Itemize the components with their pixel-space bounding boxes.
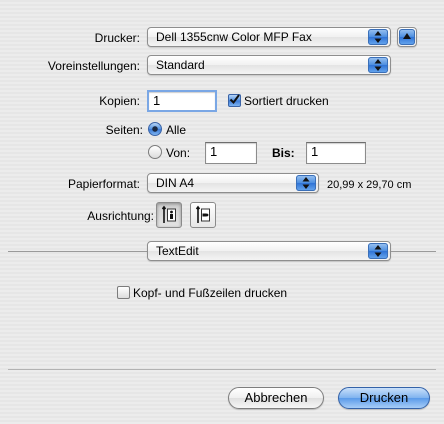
presets-value: Standard: [156, 58, 205, 72]
paper-size-value: DIN A4: [156, 176, 195, 190]
disclosure-triangle-icon: [399, 29, 415, 45]
pages-to-field[interactable]: 1: [306, 142, 366, 164]
landscape-orientation-button[interactable]: [190, 202, 216, 228]
bottom-separator: [8, 369, 436, 370]
pages-from-label[interactable]: Von:: [166, 146, 190, 160]
landscape-orientation-icon: [195, 205, 210, 223]
section-value: TextEdit: [156, 244, 199, 258]
print-button[interactable]: Drucken: [338, 387, 430, 409]
paper-dimensions: 20,99 x 29,70 cm: [327, 179, 412, 191]
collate-checkbox[interactable]: [228, 94, 241, 107]
copies-field[interactable]: 1: [147, 90, 217, 112]
pages-all-label[interactable]: Alle: [166, 123, 186, 137]
pages-from-field[interactable]: 1: [205, 142, 257, 164]
pages-label: Seiten:: [105, 123, 143, 137]
up-down-arrows-icon: [368, 57, 388, 73]
cancel-button[interactable]: Abbrechen: [228, 387, 324, 409]
pages-to-label: Bis:: [272, 146, 295, 160]
portrait-orientation-button[interactable]: [156, 202, 182, 228]
header-footer-checkbox[interactable]: [117, 286, 130, 299]
up-down-arrows-icon: [296, 175, 316, 191]
separator-right: [391, 251, 436, 252]
separator-left: [8, 251, 147, 252]
printer-label: Drucker:: [94, 31, 140, 45]
presets-popup[interactable]: Standard: [147, 55, 391, 75]
disclosure-button[interactable]: [397, 27, 417, 47]
printer-popup[interactable]: Dell 1355cnw Color MFP Fax: [147, 27, 391, 47]
up-down-arrows-icon: [368, 243, 388, 259]
presets-label: Voreinstellungen:: [47, 59, 140, 73]
pages-range-radio[interactable]: [148, 145, 162, 159]
printer-value: Dell 1355cnw Color MFP Fax: [156, 30, 312, 44]
pages-all-radio[interactable]: [148, 122, 162, 136]
copies-label: Kopien:: [99, 94, 140, 108]
up-down-arrows-icon: [368, 29, 388, 45]
collate-label[interactable]: Sortiert drucken: [244, 94, 329, 108]
header-footer-label[interactable]: Kopf- und Fußzeilen drucken: [133, 286, 287, 300]
paper-size-label: Papierformat:: [67, 177, 140, 191]
orientation-label: Ausrichtung:: [87, 209, 154, 223]
section-popup[interactable]: TextEdit: [147, 241, 391, 261]
portrait-orientation-icon: [161, 205, 176, 223]
paper-size-popup[interactable]: DIN A4: [147, 173, 319, 193]
